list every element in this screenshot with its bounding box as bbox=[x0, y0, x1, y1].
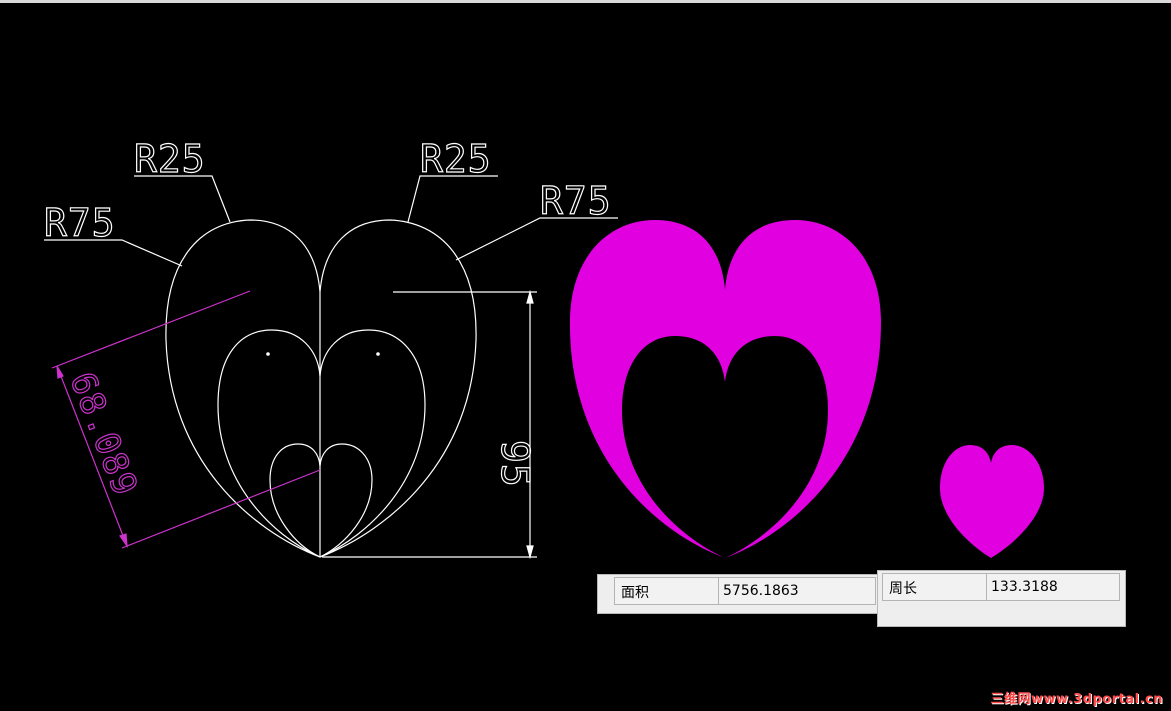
area-property-panel: 面积 5756.1863 bbox=[597, 574, 881, 614]
perimeter-row[interactable]: 周长 133.3188 bbox=[882, 573, 1120, 601]
middle-heart-curve bbox=[217, 329, 426, 558]
small-filled-heart[interactable] bbox=[940, 445, 1044, 558]
dim-68-arrow-top bbox=[56, 365, 64, 379]
perimeter-label: 周长 bbox=[883, 574, 987, 600]
r25-left-leader bbox=[134, 175, 231, 223]
dim-95-arrow-bottom bbox=[526, 545, 534, 560]
area-value: 5756.1863 bbox=[723, 583, 799, 599]
dim-68-label: 68.089 bbox=[62, 367, 146, 502]
r25-right-label: R25 bbox=[420, 137, 492, 181]
area-row[interactable]: 面积 5756.1863 bbox=[614, 577, 876, 605]
perimeter-property-panel: 周长 133.3188 bbox=[877, 570, 1126, 627]
dim-68-ext-top bbox=[51, 290, 251, 369]
outer-heart-curve bbox=[165, 219, 477, 558]
r25-left-label: R25 bbox=[134, 137, 206, 181]
site-watermark: 三维网www.3dportal.cn bbox=[990, 692, 1163, 707]
heart-outline-drawing bbox=[44, 175, 618, 560]
dim-68-arrow-bottom bbox=[119, 533, 128, 549]
r75-left-label: R75 bbox=[44, 201, 116, 245]
dim-95-arrow-top bbox=[526, 289, 534, 304]
perimeter-value: 133.3188 bbox=[991, 579, 1058, 595]
r25-right-leader bbox=[407, 175, 498, 223]
r75-right-label: R75 bbox=[540, 179, 612, 223]
dim-68-ext-bottom bbox=[121, 469, 321, 549]
filled-heart-ring[interactable] bbox=[569, 220, 882, 558]
area-label: 面积 bbox=[615, 578, 719, 604]
dim-95-label: 95 bbox=[493, 440, 537, 488]
